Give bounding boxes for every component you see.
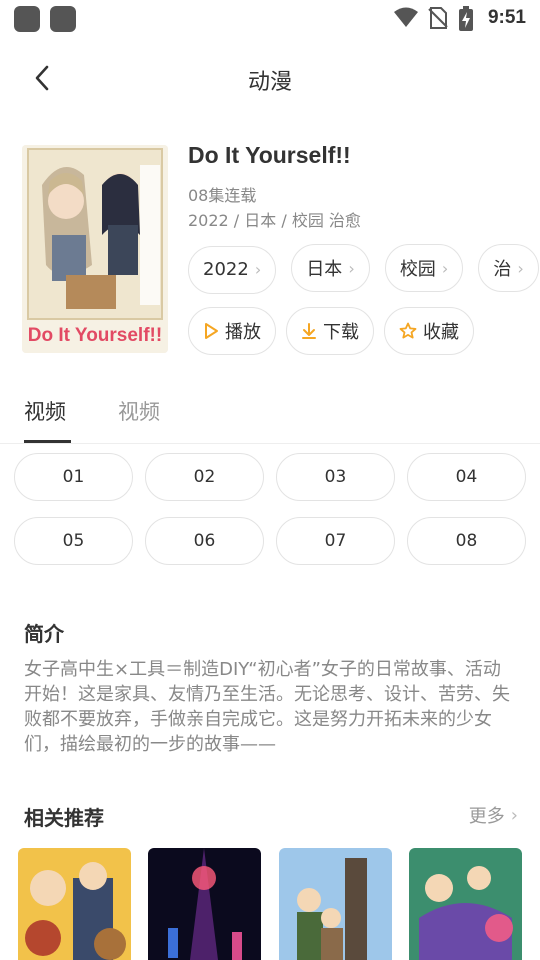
play-label: 播放 (225, 322, 261, 343)
cover-logo-text: Do It Yourself!! (28, 325, 162, 346)
intro-text: 女子高中生×工具＝制造DIY“初心者”女子的日常故事、活动开始！这是家具、友情乃… (24, 659, 510, 755)
tag-region[interactable]: 日本 › (291, 244, 370, 292)
status-bar: 9:51 (0, 0, 540, 36)
chevron-right-icon: › (254, 260, 262, 279)
tag-year[interactable]: 2022 › (188, 245, 277, 294)
download-button[interactable]: 下载 (286, 307, 374, 355)
chevron-right-icon: › (441, 258, 449, 278)
thumbnail-image (409, 848, 522, 960)
intro-heading: 简介 (24, 622, 64, 646)
episode-button[interactable]: 07 (276, 517, 395, 565)
tab-source-1[interactable]: 视频 (24, 396, 66, 426)
tag-label: 日本 (306, 259, 343, 280)
episode-button[interactable]: 08 (407, 517, 526, 565)
chevron-right-icon: › (510, 804, 518, 826)
related-heading: 相关推荐 (24, 806, 104, 830)
chevron-right-icon: › (517, 258, 524, 278)
thumbnail-image (18, 848, 131, 960)
related-thumbnail[interactable] (279, 848, 392, 960)
tag-label: 治 (493, 259, 512, 280)
tag-list: 2022 › 日本 › 校园 › 治 › (188, 244, 540, 294)
action-buttons: 播放 下载 收藏 (188, 307, 474, 355)
more-link[interactable]: 更多 › (469, 802, 518, 828)
app-square-icon (50, 6, 76, 32)
episode-grid: 01 02 03 04 05 06 07 08 (14, 453, 526, 565)
episode-button[interactable]: 06 (145, 517, 264, 565)
tag-label: 校园 (399, 259, 436, 280)
thumbnail-image (148, 848, 261, 960)
related-thumbnail[interactable] (409, 848, 522, 960)
anime-title: Do It Yourself!! (188, 142, 351, 168)
top-app-bar: 动漫 (0, 50, 540, 108)
battery-charging-icon (459, 6, 473, 31)
source-tabs: 视频 视频 (0, 380, 540, 444)
page-title: 动漫 (247, 70, 292, 95)
star-icon (399, 322, 417, 339)
episode-button[interactable]: 01 (14, 453, 133, 501)
related-thumbnail[interactable] (18, 848, 131, 960)
more-label: 更多 (468, 806, 505, 827)
related-list (18, 848, 522, 960)
episode-button[interactable]: 05 (14, 517, 133, 565)
related-thumbnail[interactable] (148, 848, 261, 960)
play-button[interactable]: 播放 (188, 307, 276, 355)
episode-button[interactable]: 04 (407, 453, 526, 501)
download-label: 下载 (323, 322, 359, 343)
tab-source-2[interactable]: 视频 (118, 396, 160, 426)
favorite-button[interactable]: 收藏 (384, 307, 474, 355)
tag-genre-school[interactable]: 校园 › (384, 244, 464, 292)
tag-label: 2022 (203, 259, 249, 280)
episode-status: 08集连载 (188, 186, 257, 205)
thumbnail-image (279, 848, 392, 960)
status-time: 9:51 (487, 7, 526, 28)
anime-meta: 2022 / 日本 / 校园 治愈 (188, 211, 361, 230)
active-tab-indicator (24, 440, 71, 443)
anime-cover-image[interactable]: Do It Yourself!! (22, 145, 168, 353)
cover-illustration: Do It Yourself!! (22, 145, 168, 353)
play-icon (205, 323, 218, 339)
episode-button[interactable]: 03 (276, 453, 395, 501)
tag-genre-healing[interactable]: 治 › (478, 244, 539, 292)
chevron-right-icon: › (348, 258, 355, 278)
favorite-label: 收藏 (423, 322, 459, 343)
no-sim-icon (428, 7, 448, 29)
wifi-icon (394, 7, 418, 27)
episode-button[interactable]: 02 (145, 453, 264, 501)
app-square-icon (14, 6, 40, 32)
download-icon (302, 323, 316, 339)
